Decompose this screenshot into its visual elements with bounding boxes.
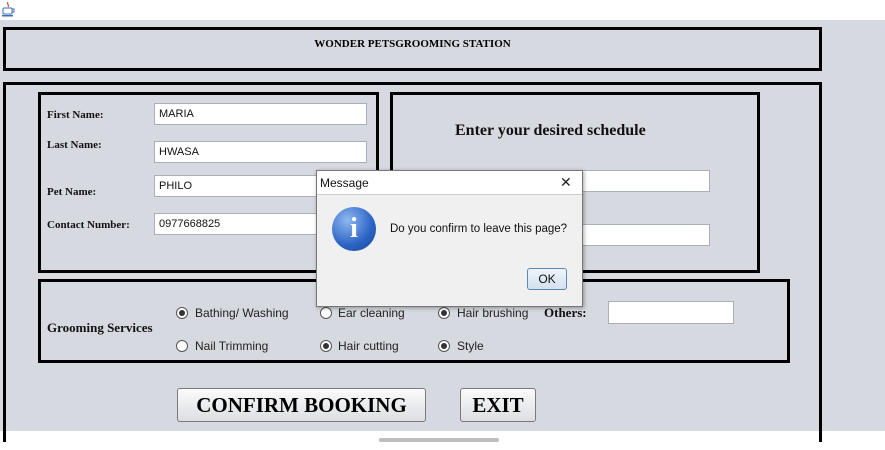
- hair-cutting-label: Hair cutting: [338, 339, 399, 353]
- others-field[interactable]: [608, 301, 734, 324]
- nail-trimming-radio[interactable]: [176, 340, 188, 352]
- header-panel: WONDER PETSGROOMING STATION: [3, 27, 822, 71]
- confirm-booking-button[interactable]: CONFIRM BOOKING: [177, 388, 426, 422]
- dialog-close-icon[interactable]: ✕: [560, 174, 572, 191]
- schedule-time-field[interactable]: [575, 224, 710, 246]
- first-name-field[interactable]: MARIA: [154, 103, 367, 125]
- last-name-label: Last Name:: [47, 139, 102, 151]
- others-label: Others:: [544, 305, 587, 320]
- window-background-strip: [834, 20, 885, 431]
- schedule-date-field[interactable]: [575, 170, 710, 192]
- page-title: WONDER PETSGROOMING STATION: [314, 38, 511, 50]
- contact-number-label: Contact Number:: [47, 219, 130, 231]
- nail-trimming-label: Nail Trimming: [195, 339, 269, 353]
- ear-cleaning-label: Ear cleaning: [338, 306, 405, 320]
- dialog-title-bar: Message ✕: [317, 171, 582, 195]
- exit-button[interactable]: EXIT: [460, 388, 536, 422]
- style-label: Style: [457, 339, 484, 353]
- bathing-washing-label: Bathing/ Washing: [195, 306, 289, 320]
- first-name-label: First Name:: [47, 109, 104, 121]
- dialog-title: Message: [320, 176, 369, 190]
- dialog-message: Do you confirm to leave this page?: [390, 223, 568, 235]
- bottom-home-indicator: [379, 438, 499, 442]
- hair-brushing-label: Hair brushing: [457, 306, 529, 320]
- info-icon: i: [332, 207, 376, 251]
- pet-name-label: Pet Name:: [47, 186, 97, 198]
- schedule-title: Enter your desired schedule: [455, 122, 646, 139]
- hair-brushing-radio[interactable]: [438, 307, 450, 319]
- bathing-washing-radio[interactable]: [176, 307, 188, 319]
- info-icon-glyph: i: [350, 213, 358, 244]
- ear-cleaning-radio[interactable]: [320, 307, 332, 319]
- dialog-ok-button[interactable]: OK: [527, 268, 567, 290]
- hair-cutting-radio[interactable]: [320, 340, 332, 352]
- last-name-field[interactable]: HWASA: [154, 141, 367, 163]
- message-dialog: Message ✕ i Do you confirm to leave this…: [316, 170, 583, 307]
- grooming-services-label: Grooming Services: [47, 320, 153, 335]
- java-app-icon: [1, 1, 15, 17]
- style-radio[interactable]: [438, 340, 450, 352]
